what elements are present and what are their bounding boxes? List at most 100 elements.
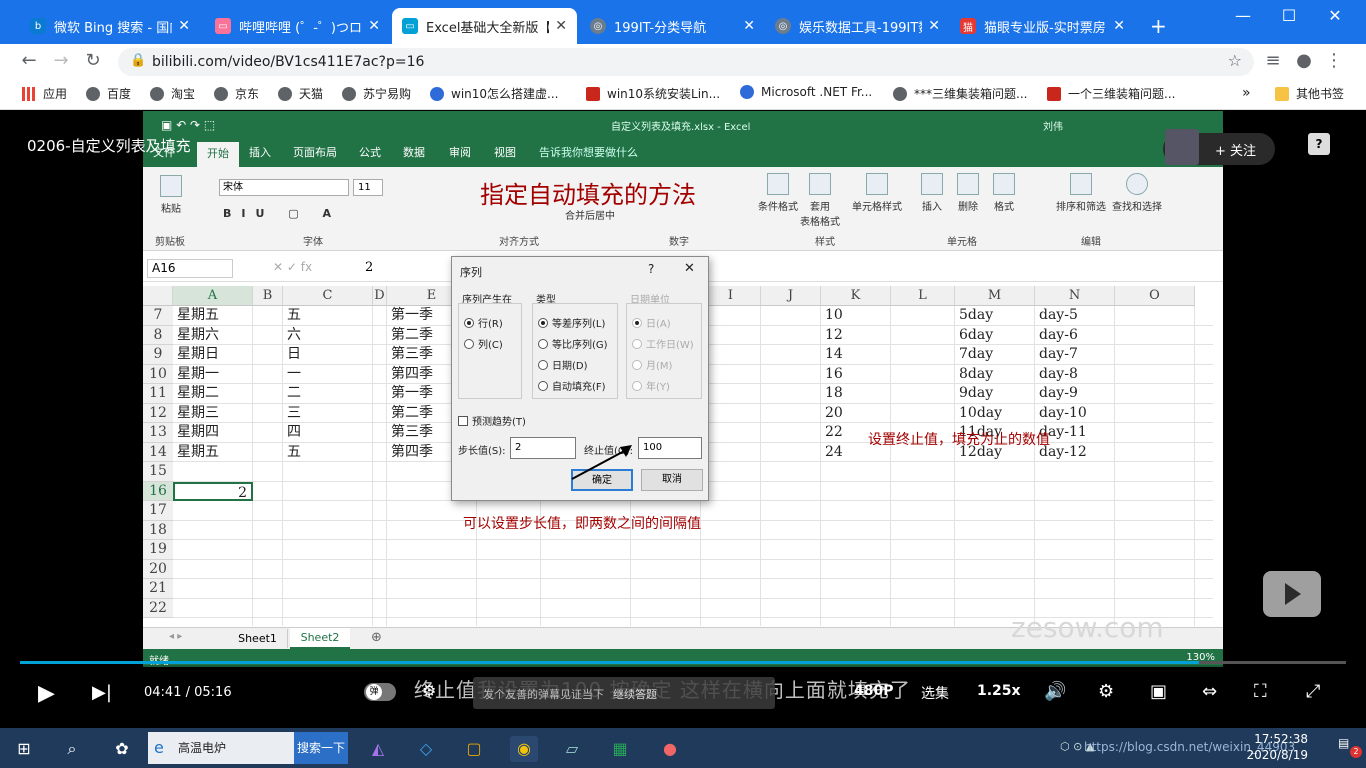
globe-icon: ◎ <box>590 18 606 34</box>
play-icon[interactable]: ▶ <box>38 681 55 706</box>
baidu-paw-icon <box>430 86 444 101</box>
forward-arrow-icon[interactable]: → <box>50 50 72 72</box>
progress-fill <box>20 661 1199 664</box>
web-fullscreen-icon[interactable]: ⛶ <box>1254 681 1267 702</box>
bookmark-suning[interactable]: 苏宁易购 <box>342 85 411 102</box>
bookmark-label: 淘宝 <box>171 87 196 101</box>
tab-199it-data[interactable]: ◎ 娱乐数据工具-199IT数 ✕ <box>765 8 950 44</box>
clock-date[interactable]: 2020/8/19 <box>1238 748 1308 762</box>
minimize-icon[interactable]: — <box>1220 6 1266 25</box>
bookmark-baidu[interactable]: 百度 <box>86 85 131 102</box>
time-current: 04:41 <box>144 685 182 700</box>
progress-track[interactable] <box>20 661 1346 664</box>
profile-icon[interactable]: ● <box>1293 50 1315 72</box>
taskbar-search-button[interactable]: 搜索一下 <box>294 732 348 764</box>
video-player[interactable]: ▣ ↶ ↷ ⬚ 自定义列表及填充.xlsx - Excel 刘伟 文件 开始 插… <box>8 111 1358 723</box>
close-icon[interactable]: ✕ <box>555 18 567 34</box>
notebook-icon[interactable]: ▱ <box>558 736 586 762</box>
close-icon[interactable]: ✕ <box>1113 18 1125 34</box>
bookmark-3d-packing[interactable]: 一个三维装箱问题... <box>1047 85 1175 102</box>
bookmark-label: 应用 <box>43 87 68 101</box>
app-window-icon[interactable]: ▢ <box>460 736 488 762</box>
bookmark-win10-vm[interactable]: win10怎么搭建虚... <box>430 85 558 102</box>
speed-selector[interactable]: 1.25x <box>977 683 1021 699</box>
bilibili-tv-icon: ▭ <box>215 18 231 34</box>
fullscreen-icon[interactable]: ⤢ <box>1306 681 1320 702</box>
bookmark-win10-linux[interactable]: win10系统安装Lin... <box>586 85 720 102</box>
chrome-icon[interactable]: ◉ <box>510 736 538 762</box>
taskbar-search-input[interactable]: e 高温电炉 <box>148 732 294 764</box>
tab-bing[interactable]: b 微软 Bing 搜索 - 国内版 ✕ <box>20 8 200 44</box>
tab-maoyan[interactable]: 猫 猫眼专业版-实时票房 ✕ <box>950 8 1135 44</box>
close-icon[interactable]: ✕ <box>178 18 190 34</box>
widescreen-icon[interactable]: ⇔ <box>1202 681 1217 702</box>
visual-studio-icon[interactable]: ◭ <box>364 736 392 762</box>
globe-icon <box>342 86 356 101</box>
tab-bilibili-home[interactable]: ▭ 哔哩哔哩 (゜-゜)つロ 干杯 ✕ <box>205 8 390 44</box>
episode-selector[interactable]: 选集 <box>921 683 949 703</box>
bookmark-tmall[interactable]: 天猫 <box>278 85 323 102</box>
notification-center-icon[interactable]: ▤ 2 <box>1338 736 1362 760</box>
tab-199it[interactable]: ◎ 199IT-分类导航 ✕ <box>580 8 765 44</box>
tab-excel-video[interactable]: ▭ Excel基础大全新版【完 ✕ <box>392 8 577 44</box>
danmaku-hint: 继续答题 <box>613 688 657 701</box>
new-tab-button[interactable]: + <box>1140 8 1176 44</box>
media-queue-icon[interactable]: ≡ <box>1262 50 1284 72</box>
maximize-icon[interactable]: ☐ <box>1266 6 1312 25</box>
quality-selector[interactable]: 480P <box>854 683 893 699</box>
danmaku-settings-icon[interactable]: ⚙ <box>422 681 436 700</box>
close-icon[interactable]: ✕ <box>743 18 755 34</box>
follow-button[interactable]: + 关注 <box>1215 140 1256 159</box>
star-icon[interactable]: ☆ <box>1228 51 1242 70</box>
menu-kebab-icon[interactable]: ⋮ <box>1323 50 1345 72</box>
globe-icon <box>893 86 907 101</box>
globe-icon <box>214 86 228 101</box>
bookmark-jd[interactable]: 京东 <box>214 85 259 102</box>
bookmark-label: 其他书签 <box>1296 87 1345 101</box>
user-avatar-app-icon[interactable]: ● <box>656 736 684 762</box>
ie-icon: e <box>154 738 164 757</box>
volume-icon[interactable]: 🔊 <box>1044 681 1066 702</box>
reload-icon[interactable]: ↻ <box>82 50 104 72</box>
bookmark-label: Microsoft .NET Fr... <box>761 85 873 99</box>
url-text: bilibili.com/video/BV1cs411E7ac?p=16 <box>152 54 425 70</box>
bookmark-label: win10怎么搭建虚... <box>451 87 559 101</box>
bookmark-dotnet[interactable]: Microsoft .NET Fr... <box>740 85 872 99</box>
tab-title: 娱乐数据工具-199IT数 <box>799 20 923 36</box>
back-arrow-icon[interactable]: ← <box>18 50 40 72</box>
globe-icon <box>86 86 100 101</box>
tab-title: Excel基础大全新版【完 <box>426 20 549 36</box>
bookmark-3d-container[interactable]: ***三维集装箱问题... <box>893 85 1027 102</box>
globe-icon <box>278 86 292 101</box>
search-icon[interactable]: ⌕ <box>58 736 86 762</box>
bookmark-apps[interactable]: 应用 <box>22 85 67 102</box>
settings-gear-icon[interactable]: ⚙ <box>1098 681 1114 702</box>
player-overlay: 0206-自定义列表及填充 + 关注 ? zesow.com 终止值我设置为10… <box>8 111 1358 723</box>
close-icon[interactable]: ✕ <box>368 18 380 34</box>
close-icon[interactable]: ✕ <box>928 18 940 34</box>
bookmark-other[interactable]: 其他书签 <box>1275 85 1344 102</box>
bookmark-label: win10系统安装Lin... <box>607 87 721 101</box>
windows-start-icon[interactable]: ⊞ <box>10 736 38 762</box>
maoyan-icon: 猫 <box>960 18 976 34</box>
bookmarks-bar: 应用 百度 淘宝 京东 天猫 苏宁易购 win10怎么搭建虚... win10系… <box>0 79 1366 110</box>
globe-icon <box>150 86 164 101</box>
clock-time[interactable]: 17:52:38 <box>1238 732 1308 746</box>
tab-strip: b 微软 Bing 搜索 - 国内版 ✕ ▭ 哔哩哔哩 (゜-゜)つロ 干杯 ✕… <box>0 0 1366 44</box>
taskview-icon[interactable]: ✿ <box>108 736 136 762</box>
address-bar[interactable]: 🔒 bilibili.com/video/BV1cs411E7ac?p=16 ☆ <box>118 48 1254 76</box>
bilibili-tv-icon[interactable] <box>1263 571 1321 617</box>
tab-title: 哔哩哔哩 (゜-゜)つロ 干杯 <box>239 20 362 36</box>
bookmark-taobao[interactable]: 淘宝 <box>150 85 195 102</box>
picture-in-picture-icon[interactable]: ▣ <box>1150 681 1167 702</box>
help-icon[interactable]: ? <box>1308 133 1330 155</box>
vscode-icon[interactable]: ◇ <box>412 736 440 762</box>
uploader-follow[interactable]: + 关注 <box>1163 129 1275 165</box>
next-icon[interactable]: ▶| <box>92 682 112 703</box>
danmaku-input[interactable]: 发个友善的弹幕见证当下 继续答题 <box>473 677 775 709</box>
excel-icon[interactable]: ▦ <box>606 736 634 762</box>
bookmark-label: 百度 <box>107 87 132 101</box>
more-bookmarks-chevron[interactable]: » <box>1242 85 1251 101</box>
danmaku-toggle[interactable]: 弹 <box>364 683 396 701</box>
close-window-icon[interactable]: ✕ <box>1312 6 1358 25</box>
